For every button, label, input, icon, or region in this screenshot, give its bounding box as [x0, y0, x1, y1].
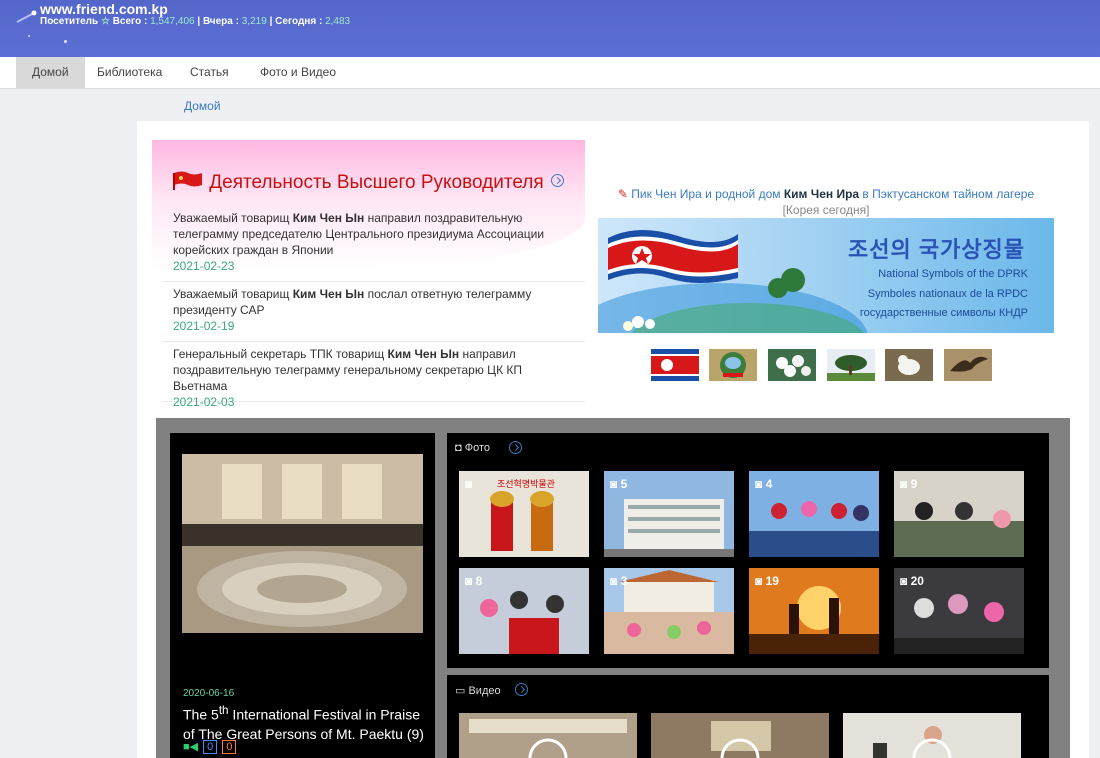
camera-icon: ◙	[465, 477, 473, 491]
video-section-label[interactable]: ▭ Видео	[455, 684, 501, 697]
view-count: 0	[203, 740, 218, 754]
tab-home[interactable]: Домой	[16, 57, 85, 88]
breadcrumb[interactable]: Домой	[184, 99, 221, 113]
more-arrow-icon[interactable]	[515, 683, 528, 696]
news-item[interactable]: Генеральный секретарь ТПК товарищ Ким Че…	[163, 346, 585, 409]
national-symbols-banner[interactable]: 조선의 국가상징물 National Symbols of the DPRK S…	[598, 218, 1054, 333]
video-thumbnail[interactable]	[843, 713, 1021, 758]
more-arrow-icon[interactable]	[550, 174, 564, 187]
more-arrow-icon[interactable]	[509, 441, 522, 454]
comet-icon	[16, 10, 37, 23]
camera-icon: ◙	[465, 574, 473, 588]
pencil-icon: ✎	[617, 187, 628, 201]
photo-thumbnail[interactable]: ◙ 조선혁명박물관	[459, 471, 589, 557]
banner-fr: Symboles nationaux de la RPDC	[867, 288, 1028, 300]
news-item[interactable]: Уважаемый товарищ Ким Чен Ын послал отве…	[163, 286, 585, 342]
site-name[interactable]: www.friend.com.kp	[40, 1, 168, 17]
camera-icon: ◙	[755, 574, 763, 588]
news-item[interactable]: Уважаемый товарищ Ким Чен Ын направил по…	[163, 210, 585, 282]
tab-photo-video[interactable]: Фото и Видео	[244, 57, 352, 88]
camera-icon: ◙	[610, 477, 618, 491]
section-title[interactable]: Деятельность Высшего Руководителя	[172, 170, 564, 194]
photo-section-label[interactable]: ◘ Фото	[455, 442, 490, 454]
featured-video-date: 2020-06-16	[183, 688, 235, 699]
photo-thumbnail[interactable]: ◙ 19	[749, 568, 879, 654]
news-date: 2021-02-03	[173, 395, 235, 409]
like-count: 0	[222, 740, 237, 754]
video-thumbnail[interactable]	[459, 713, 637, 758]
news-date: 2021-02-23	[173, 259, 235, 273]
tab-articles[interactable]: Статья	[174, 57, 245, 88]
featured-video-title[interactable]: The 5th International Festival in Praise…	[183, 701, 428, 744]
main-nav: Домой Библиотека Статья Фото и Видео	[0, 57, 1100, 89]
photo-thumbnail[interactable]: ◙ 4	[749, 471, 879, 557]
video-camera-icon: ■◀	[183, 741, 199, 753]
banner-ru: государственные символы КНДР	[859, 307, 1028, 319]
camera-icon: ◙	[610, 574, 618, 588]
featured-video-meta: ■◀ 0 0	[183, 740, 237, 754]
camera-icon: ◙	[755, 477, 763, 491]
red-flag-icon	[173, 171, 202, 190]
photo-thumbnail[interactable]: ◙ 3	[604, 568, 734, 654]
news-date: 2021-02-19	[173, 319, 235, 333]
tree-thumbnail[interactable]	[827, 349, 875, 381]
camera-icon: ◙	[900, 477, 908, 491]
featured-video-image[interactable]	[182, 454, 423, 633]
banner-en: National Symbols of the DPRK	[878, 268, 1028, 280]
emblem-thumbnail[interactable]	[709, 349, 757, 381]
star-dot	[64, 40, 67, 43]
tab-library[interactable]: Библиотека	[81, 57, 178, 88]
visitor-stats: Посетитель ☆ Всего : 1,547,406 | Вчера :…	[40, 16, 351, 27]
photo-thumbnail[interactable]: ◙ 20	[894, 568, 1024, 654]
bird-thumbnail[interactable]	[944, 349, 992, 381]
section-title-text[interactable]: Деятельность Высшего Руководителя	[209, 172, 543, 193]
camera-icon: ◘	[455, 442, 462, 454]
photo-thumbnail[interactable]: ◙ 9	[894, 471, 1024, 557]
dog-thumbnail[interactable]	[885, 349, 933, 381]
star-icon: ☆	[100, 16, 110, 27]
site-header: www.friend.com.kp Посетитель ☆ Всего : 1…	[0, 0, 1100, 57]
photo-thumbnail[interactable]: ◙ 8	[459, 568, 589, 654]
banner-korean-title: 조선의 국가상징물	[848, 237, 1026, 262]
video-thumbnail[interactable]	[651, 713, 829, 758]
flag-thumbnail[interactable]	[651, 349, 699, 381]
video-icon: ▭	[455, 685, 466, 697]
feature-link[interactable]: ✎ Пик Чен Ира и родной дом Ким Чен Ира в…	[598, 186, 1054, 218]
star-dot	[28, 35, 30, 37]
photo-thumbnail[interactable]: ◙ 5	[604, 471, 734, 557]
camera-icon: ◙	[900, 574, 908, 588]
flower-thumbnail[interactable]	[768, 349, 816, 381]
